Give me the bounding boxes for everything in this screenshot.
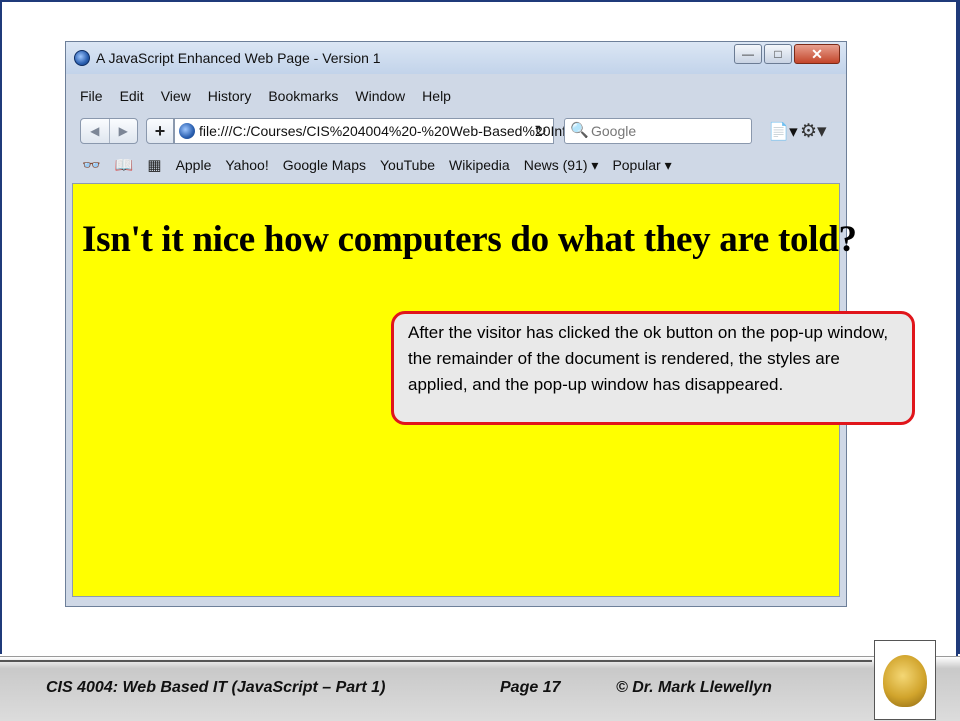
back-button[interactable]: ◀ bbox=[81, 119, 110, 143]
footer-author: © Dr. Mark Llewellyn bbox=[616, 679, 772, 696]
firefox-icon bbox=[74, 50, 90, 66]
navigation-bar: ◀ ▶ + file:///C:/Courses/CIS%204004%20-%… bbox=[66, 116, 846, 148]
bookmarks-bar: 👓 📖 ▦ Apple Yahoo! Google Maps YouTube W… bbox=[66, 152, 846, 178]
globe-icon bbox=[179, 123, 195, 139]
reader-icon[interactable]: 👓 bbox=[82, 156, 101, 174]
menu-edit[interactable]: Edit bbox=[120, 84, 144, 108]
footer-divider bbox=[0, 660, 872, 662]
minimize-button[interactable]: — bbox=[734, 44, 762, 64]
maximize-button[interactable]: □ bbox=[764, 44, 792, 64]
forward-button[interactable]: ▶ bbox=[110, 119, 138, 143]
pegasus-logo-icon bbox=[883, 655, 927, 707]
back-forward-group: ◀ ▶ bbox=[80, 118, 138, 144]
menu-file[interactable]: File bbox=[80, 84, 103, 108]
menu-view[interactable]: View bbox=[161, 84, 191, 108]
bookmark-popular[interactable]: Popular ▾ bbox=[612, 157, 671, 174]
reload-icon[interactable]: ↻ bbox=[534, 122, 547, 140]
ucf-logo bbox=[874, 640, 936, 720]
annotation-callout: After the visitor has clicked the ok but… bbox=[391, 311, 915, 425]
menu-window[interactable]: Window bbox=[355, 84, 405, 108]
address-bar-url: file:///C:/Courses/CIS%204004%20-%20Web-… bbox=[199, 123, 574, 139]
bookmark-youtube[interactable]: YouTube bbox=[380, 157, 435, 173]
grid-icon[interactable]: ▦ bbox=[147, 156, 161, 174]
bookmark-yahoo[interactable]: Yahoo! bbox=[225, 157, 268, 173]
gear-icon[interactable]: ⚙▾ bbox=[800, 120, 827, 143]
address-bar[interactable]: file:///C:/Courses/CIS%204004%20-%20Web-… bbox=[174, 118, 574, 144]
search-icon: 🔍 bbox=[570, 122, 589, 139]
title-bar: A JavaScript Enhanced Web Page - Version… bbox=[66, 42, 846, 74]
bookmark-apple[interactable]: Apple bbox=[176, 157, 212, 173]
page-headline: Isn't it nice how computers do what they… bbox=[82, 219, 857, 260]
window-controls: — □ ✕ bbox=[734, 44, 840, 64]
menu-help[interactable]: Help bbox=[422, 84, 451, 108]
footer-page-number: Page 17 bbox=[500, 679, 561, 696]
menu-bookmarks[interactable]: Bookmarks bbox=[268, 84, 338, 108]
close-button[interactable]: ✕ bbox=[794, 44, 840, 64]
window-title: A JavaScript Enhanced Web Page - Version… bbox=[96, 50, 381, 66]
menu-bar: File Edit View History Bookmarks Window … bbox=[66, 84, 846, 108]
book-icon[interactable]: 📖 bbox=[115, 156, 134, 174]
search-input[interactable]: 🔍 Google bbox=[564, 118, 752, 144]
menu-history[interactable]: History bbox=[208, 84, 252, 108]
bookmark-google-maps[interactable]: Google Maps bbox=[283, 157, 366, 173]
page-menu-icon[interactable]: 📄▾ bbox=[768, 122, 798, 142]
slide-border-rule bbox=[956, 0, 958, 660]
bookmark-news[interactable]: News (91) ▾ bbox=[524, 157, 599, 174]
search-placeholder: Google bbox=[591, 123, 637, 139]
add-bookmark-button[interactable]: + bbox=[146, 118, 174, 144]
footer-course: CIS 4004: Web Based IT (JavaScript – Par… bbox=[46, 679, 386, 696]
bookmark-wikipedia[interactable]: Wikipedia bbox=[449, 157, 510, 173]
